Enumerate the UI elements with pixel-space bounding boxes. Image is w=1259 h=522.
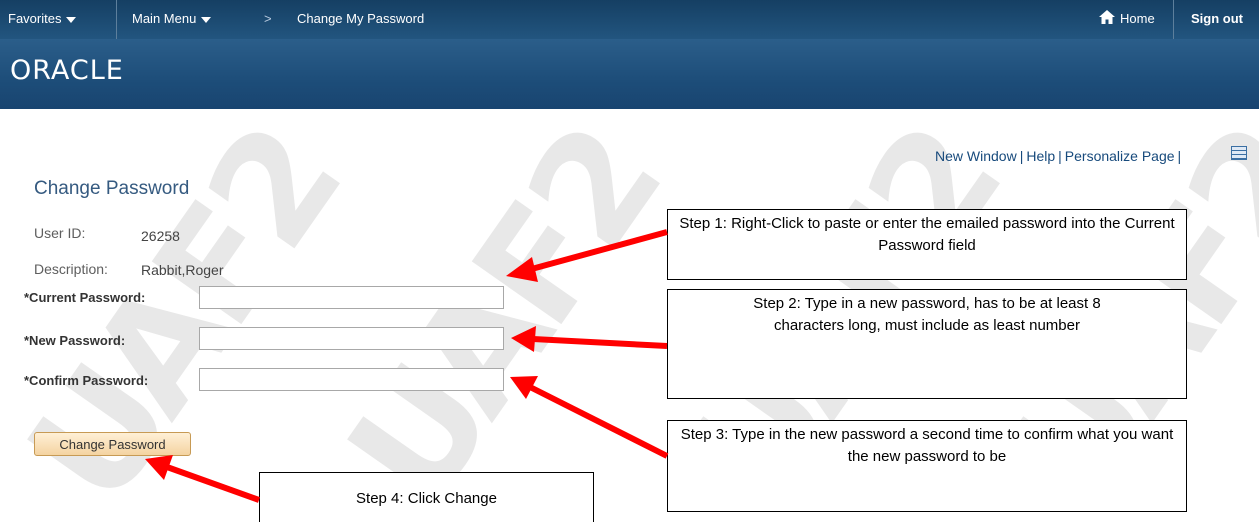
link-separator: | [1019,148,1024,164]
top-navigation-bar: Favorites Main Menu > Change My Password… [0,0,1259,39]
home-icon [1099,10,1115,24]
favorites-label: Favorites [8,11,62,26]
breadcrumb-separator-icon: > [264,11,272,26]
link-separator: | [1177,148,1182,164]
favorites-menu[interactable]: Favorites [8,0,77,39]
confirm-password-field[interactable] [199,368,504,391]
help-link[interactable]: Help [1026,148,1055,164]
link-separator: | [1058,148,1062,164]
new-window-link[interactable]: New Window [935,148,1017,164]
description-value: Rabbit,Roger [141,262,224,278]
user-id-value: 26258 [141,228,180,244]
user-id-label: User ID: [34,225,86,241]
new-password-label: *New Password: [24,333,126,348]
home-link[interactable]: Home [1099,0,1155,39]
watermark: UAF2 [315,99,693,522]
sign-out-link[interactable]: Sign out [1191,0,1243,39]
oracle-banner [0,39,1259,109]
step-4-callout: Step 4: Click Change [259,472,594,522]
breadcrumb-current: Change My Password [297,11,425,26]
step-2-callout: Step 2: Type in a new password, has to b… [667,289,1187,399]
personalize-page-link[interactable]: Personalize Page [1065,148,1175,164]
current-password-field[interactable] [199,286,504,309]
main-menu[interactable]: Main Menu [132,0,212,39]
confirm-password-label: *Confirm Password: [24,373,149,388]
step-3-callout: Step 3: Type in the new password a secon… [667,420,1187,512]
nav-divider [116,0,117,39]
dropdown-arrow-icon [201,16,212,23]
home-label: Home [1120,11,1155,26]
current-password-label: *Current Password: [24,290,146,305]
change-password-button[interactable]: Change Password [34,432,191,456]
dropdown-arrow-icon [66,16,77,23]
step-1-callout: Step 1: Right-Click to paste or enter th… [667,209,1187,280]
description-label: Description: [34,261,108,277]
watermark: UAF2 [0,99,373,522]
new-password-field[interactable] [199,327,504,350]
page-links: New Window | Help | Personalize Page | [935,148,1184,164]
nav-divider [1173,0,1174,39]
oracle-logo: ORACLE [10,55,124,86]
main-menu-label: Main Menu [132,11,197,26]
grid-icon[interactable] [1231,146,1247,160]
page-title: Change Password [34,178,190,199]
